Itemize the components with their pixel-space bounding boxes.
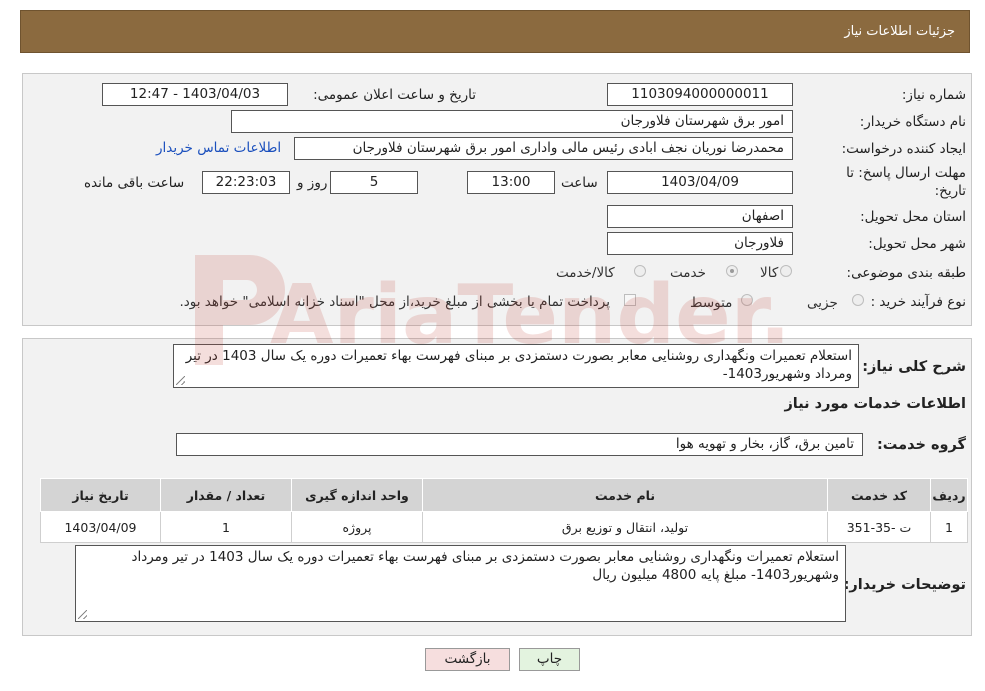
print-button[interactable]: چاپ	[519, 648, 580, 671]
category-label: طبقه بندی موضوعی:	[846, 265, 966, 281]
category-option-goods-service: کالا/خدمت	[556, 265, 615, 281]
table-header-row: ردیف کد خدمت نام خدمت واحد اندازه گیری ت…	[40, 478, 968, 512]
process-radio-medium[interactable]	[741, 294, 753, 306]
page-title: جزئیات اطلاعات نیاز	[844, 24, 955, 39]
announce-datetime-label: تاریخ و ساعت اعلان عمومی:	[313, 87, 476, 103]
cell-service-name: تولید، انتقال و توزیع برق	[422, 511, 828, 543]
treasury-payment-checkbox[interactable]	[624, 294, 636, 306]
deadline-time-field: 13:00	[467, 171, 555, 194]
resize-grip-icon[interactable]	[176, 376, 185, 385]
cell-quantity: 1	[160, 511, 292, 543]
need-summary-textarea: استعلام تعمیرات ونگهداری روشنایی معابر ب…	[173, 344, 859, 388]
resize-grip-icon[interactable]	[78, 610, 87, 619]
need-summary-label: شرح کلی نیاز:	[862, 359, 966, 375]
buyer-org-field: امور برق شهرستان فلاورجان	[231, 110, 793, 133]
treasury-payment-note: پرداخت تمام یا بخشی از مبلغ خرید،از محل …	[179, 294, 610, 310]
cell-unit: پروژه	[291, 511, 423, 543]
buyer-notes-label: توضیحات خریدار:	[843, 577, 966, 593]
service-group-field: تامین برق، گاز، بخار و تهویه هوا	[176, 433, 863, 456]
col-header-service-code: کد خدمت	[827, 478, 931, 512]
remaining-time-field: 22:23:03	[202, 171, 290, 194]
province-label: استان محل تحویل:	[860, 209, 966, 225]
buyer-notes-text: استعلام تعمیرات ونگهداری روشنایی معابر ب…	[131, 549, 839, 583]
deadline-label: مهلت ارسال پاسخ: تا	[846, 165, 966, 181]
creator-label: ایجاد کننده درخواست:	[841, 141, 966, 157]
table-row: 1 ت -35-351 تولید، انتقال و توزیع برق پر…	[40, 511, 968, 543]
deadline-time-label: ساعت	[561, 175, 598, 191]
category-option-goods: کالا	[760, 265, 779, 281]
page-header: جزئیات اطلاعات نیاز	[20, 10, 970, 53]
back-button[interactable]: بازگشت	[425, 648, 510, 671]
need-number-label: شماره نیاز:	[901, 87, 966, 103]
col-header-unit: واحد اندازه گیری	[291, 478, 423, 512]
deadline-label-date: تاریخ:	[934, 183, 966, 199]
col-header-quantity: تعداد / مقدار	[160, 478, 292, 512]
category-option-service: خدمت	[670, 265, 706, 281]
days-label: روز و	[297, 175, 328, 191]
need-summary-text: استعلام تعمیرات ونگهداری روشنایی معابر ب…	[185, 348, 852, 382]
service-group-label: گروه خدمت:	[876, 437, 966, 453]
process-type-label: نوع فرآیند خرید :	[870, 294, 966, 310]
province-field: اصفهان	[607, 205, 793, 228]
creator-field: محمدرضا نوریان نجف ابادی رئیس مالی وادار…	[294, 137, 793, 160]
buyer-notes-textarea: استعلام تعمیرات ونگهداری روشنایی معابر ب…	[75, 545, 846, 622]
buyer-contact-link[interactable]: اطلاعات تماس خریدار	[156, 140, 281, 156]
col-header-row-number: ردیف	[930, 478, 968, 512]
process-radio-minor[interactable]	[852, 294, 864, 306]
need-number-field: 1103094000000011	[607, 83, 793, 106]
announce-datetime-field: 1403/04/03 - 12:47	[102, 83, 288, 106]
days-field: 5	[330, 171, 418, 194]
services-table: ردیف کد خدمت نام خدمت واحد اندازه گیری ت…	[40, 478, 968, 543]
city-field: فلاورجان	[607, 232, 793, 255]
category-radio-goods-service[interactable]	[634, 265, 646, 277]
cell-need-date: 1403/04/09	[40, 511, 161, 543]
cell-row-number: 1	[930, 511, 968, 543]
category-radio-goods[interactable]	[780, 265, 792, 277]
process-option-minor: جزیی	[807, 295, 838, 311]
city-label: شهر محل تحویل:	[868, 236, 966, 252]
buyer-org-label: نام دستگاه خریدار:	[859, 114, 966, 130]
col-header-need-date: تاریخ نیاز	[40, 478, 161, 512]
col-header-service-name: نام خدمت	[422, 478, 828, 512]
services-heading: اطلاعات خدمات مورد نیاز	[784, 396, 966, 412]
cell-service-code: ت -35-351	[827, 511, 931, 543]
category-radio-service[interactable]	[726, 265, 738, 277]
process-option-medium: متوسط	[690, 295, 733, 311]
deadline-date-field: 1403/04/09	[607, 171, 793, 194]
remaining-label: ساعت باقی مانده	[84, 175, 185, 191]
